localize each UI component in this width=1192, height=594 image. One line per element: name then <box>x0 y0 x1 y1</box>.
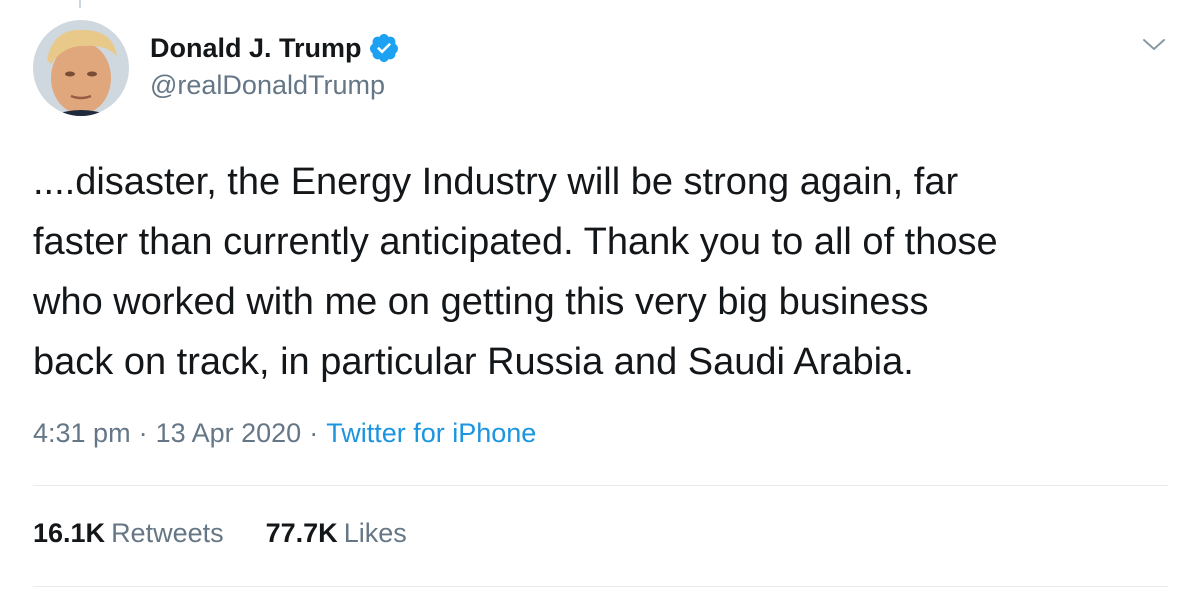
tweet-source-link[interactable]: Twitter for iPhone <box>326 418 536 448</box>
retweets-count: 16.1K <box>33 518 106 548</box>
divider <box>33 485 1168 486</box>
tweet-time[interactable]: 4:31 pm <box>33 418 131 448</box>
tweet-date[interactable]: 13 Apr 2020 <box>156 418 302 448</box>
tweet-stats: 16.1K Retweets 77.7K Likes <box>33 518 407 549</box>
likes-stat[interactable]: 77.7K Likes <box>266 518 407 549</box>
verified-badge-icon <box>368 32 400 64</box>
tweet-text: ....disaster, the Energy Industry will b… <box>33 161 998 383</box>
avatar[interactable] <box>33 20 129 116</box>
thread-connector-line <box>79 0 81 8</box>
retweets-stat[interactable]: 16.1K Retweets <box>33 518 224 549</box>
author-name-row: Donald J. Trump <box>150 30 400 66</box>
retweets-label: Retweets <box>111 518 224 548</box>
likes-count: 77.7K <box>265 518 338 548</box>
likes-label: Likes <box>343 518 407 548</box>
chevron-down-icon[interactable] <box>1140 32 1168 56</box>
tweet-metadata: 4:31 pm · 13 Apr 2020 · Twitter for iPhone <box>33 418 536 449</box>
meta-separator: · <box>138 418 148 448</box>
meta-separator: · <box>309 418 319 448</box>
avatar-image <box>33 20 129 116</box>
author-display-name[interactable]: Donald J. Trump <box>150 33 362 64</box>
author-handle[interactable]: @realDonaldTrump <box>150 70 385 101</box>
divider <box>33 586 1168 587</box>
